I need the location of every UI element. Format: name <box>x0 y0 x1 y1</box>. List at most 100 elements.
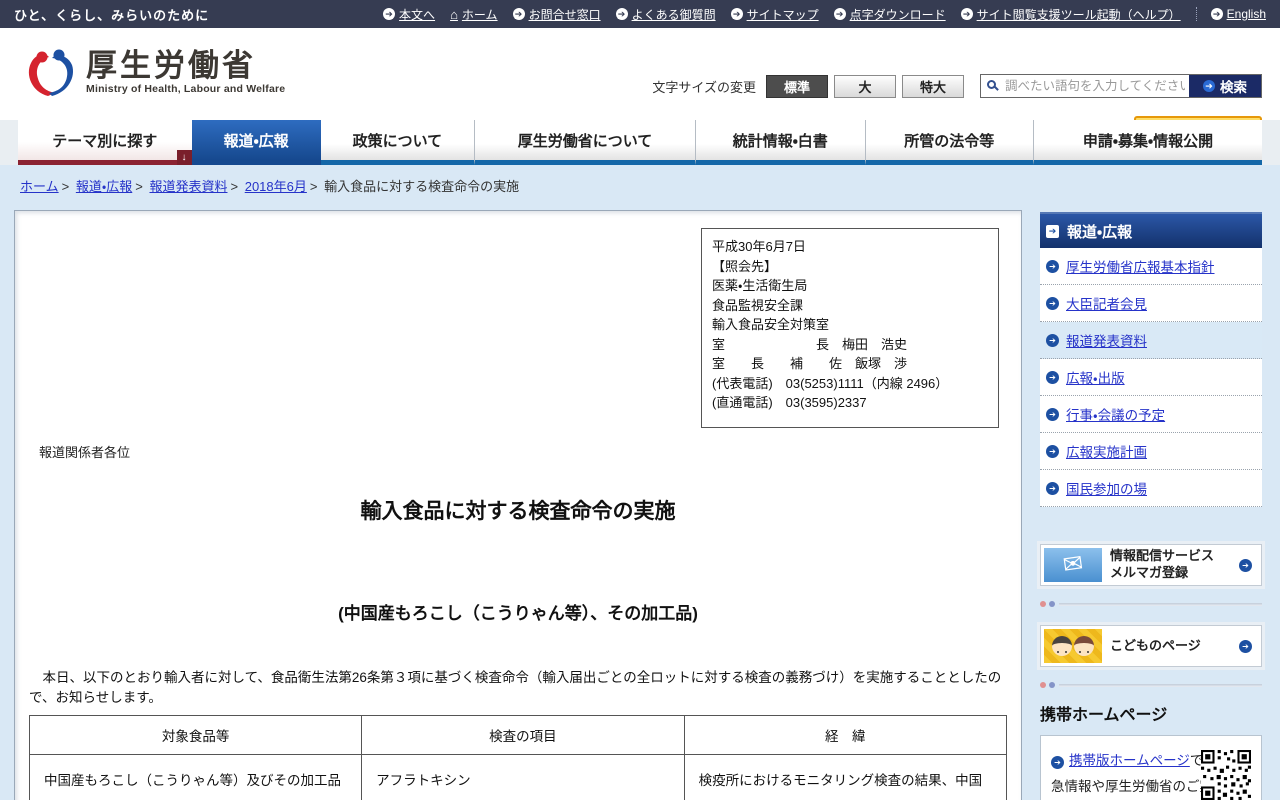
link-braille-download[interactable]: ➔ 点字ダウンロード <box>833 6 946 23</box>
fontsize-label: 文字サイズの変更 <box>652 79 756 95</box>
search-button[interactable]: ➔ 検索 <box>1189 75 1261 97</box>
link-contact[interactable]: ➔ お問合せ窓口 <box>512 6 601 23</box>
logo-subtitle: Ministry of Health, Labour and Welfare <box>86 83 286 96</box>
contact-line: 医薬・生活衛生局 <box>712 278 808 293</box>
red-dot-icon <box>1040 682 1046 688</box>
fontsize-large-button[interactable]: 大 <box>834 74 896 98</box>
arrow-icon: ➔ <box>512 8 525 20</box>
link-home[interactable]: ⌂ ホーム <box>450 6 498 23</box>
sidebar: ➔ 報道・広報 ➔ 厚生労働省広報基本指針 ➔ 大臣記者会見 ➔ 報道発表資料 ➔ 広報… <box>1040 212 1262 800</box>
tab-about-mhlw[interactable]: 厚生労働省について <box>474 120 695 165</box>
crumb-home[interactable]: ホーム <box>20 179 59 194</box>
logo-text: 厚生労働省 Ministry of Health, Labour and Wel… <box>86 47 286 96</box>
sidebar-divider <box>1040 600 1262 608</box>
col-inspection-item: 検査の項目 <box>361 715 685 756</box>
chevron-down-icon: ↓ <box>176 150 192 165</box>
fontsize-and-search-row: 文字サイズの変更 標準 大 特大 ➔検索 <box>652 74 1262 98</box>
fontsize-standard-button[interactable]: 標準 <box>766 74 828 98</box>
logo-title: 厚生労働省 <box>86 47 256 83</box>
qr-code <box>1201 750 1251 800</box>
link-sitemap[interactable]: ➔ サイトマップ <box>730 6 819 23</box>
blue-dot-icon <box>1049 601 1055 607</box>
site-tagline: ひと、くらし、みらいのために <box>14 7 210 23</box>
home-icon: ⌂ <box>450 6 458 22</box>
sidebar-item-participation[interactable]: ➔ 国民参加の場 <box>1040 470 1262 507</box>
arrow-icon: ➔ <box>1046 407 1059 421</box>
link-to-main-content[interactable]: ➔ 本文へ <box>383 6 435 23</box>
salutation: 報道関係者各位 <box>39 444 131 460</box>
fontsize-xlarge-button[interactable]: 特大 <box>902 74 964 98</box>
sidebar-divider <box>1040 681 1262 689</box>
arrow-icon: ➔ <box>1046 333 1059 347</box>
arrow-icon: ➔ <box>730 8 743 20</box>
arrow-icon: ➔ <box>1203 80 1215 92</box>
cell-inspection-item: アフラトキシン <box>361 754 685 800</box>
page-subtitle: (中国産もろこし（こうりゃん等）、その加工品) <box>338 603 698 623</box>
tab-policies[interactable]: 政策について <box>320 120 475 165</box>
contact-line: 平成30年6月7日 <box>712 239 806 254</box>
contact-line: (代表電話) 03(5253)1111（内線 2496） <box>712 375 949 391</box>
arrow-icon: ➔ <box>383 8 396 20</box>
search-input[interactable] <box>981 75 1189 97</box>
sidebar-item-pr-publishing[interactable]: ➔ 広報・出版 <box>1040 359 1262 396</box>
mhlw-logo-mark <box>28 49 74 96</box>
inspection-order-table: 対象食品等 検査の項目 経 緯 中国産もろこし（こうりゃん等）及びその加工品（も… <box>28 715 1008 800</box>
arrow-icon: ➔ <box>1046 259 1059 273</box>
link-accessibility-tool[interactable]: ➔ サイト閲覧支援ツール起動（ヘルプ） <box>960 6 1181 23</box>
mailmagazine-banner[interactable]: ✉ 情報配信サービス メルマガ登録 ➔ <box>1040 544 1262 586</box>
arrow-icon: ➔ <box>833 8 846 20</box>
sidebar-item-press-releases[interactable]: ➔ 報道発表資料 <box>1040 322 1262 359</box>
arrow-icon: ➔ <box>1046 296 1059 310</box>
mobile-homepage-heading: 携帯ホームページ <box>1040 707 1168 724</box>
press-contact-box: 平成30年6月7日 【照会先】 医薬・生活衛生局 食品監視安全課 輸入食品安全対… <box>701 228 999 428</box>
top-utility-bar: ひと、くらし、みらいのために ➔ 本文へ ⌂ ホーム ➔ お問合せ窓口 ➔ よくある御質… <box>0 0 1280 28</box>
table-row: 中国産もろこし（こうりゃん等）及びその加工品（もろこし（こうりゃん等）を30％以… <box>28 754 1008 800</box>
blue-dot-icon <box>1049 682 1055 688</box>
contact-line: 室 長 梅田 浩史 <box>712 336 908 352</box>
arrow-icon: ➔ <box>1210 8 1223 20</box>
sidebar-item-minister-press[interactable]: ➔ 大臣記者会見 <box>1040 285 1262 322</box>
mhlw-logo[interactable]: 厚生労働省 Ministry of Health, Labour and Wel… <box>22 44 285 100</box>
breadcrumb: ホーム > 報道・広報 > 報道発表資料 > 2018年6月 > 輸入食品に対する検査命… <box>20 179 520 194</box>
body-paragraph: 本日、以下のとおり輸入者に対して、食品衛生法第26条第３項に基づく検査命令（輸入… <box>29 669 1002 706</box>
crumb-2018-june[interactable]: 2018年6月 <box>245 179 307 194</box>
link-faq[interactable]: ➔ よくある御質問 <box>615 6 716 23</box>
mobile-homepage-link[interactable]: 携帯版ホームページ <box>1069 753 1190 768</box>
arrow-icon: ➔ <box>1239 558 1252 572</box>
tab-laws[interactable]: 所管の法令等 <box>864 120 1033 165</box>
envelope-icon: ✉ <box>1044 548 1102 582</box>
search-icon <box>987 80 996 89</box>
sidebar-header-press-pr: ➔ 報道・広報 <box>1040 212 1262 248</box>
banner-label: こどものページ <box>1110 637 1201 653</box>
site-header: 厚生労働省 Ministry of Health, Labour and Wel… <box>0 28 1280 144</box>
table-header-row: 対象食品等 検査の項目 経 緯 <box>28 715 1008 756</box>
arrow-icon: ➔ <box>1046 224 1059 238</box>
arrow-icon: ➔ <box>960 8 973 20</box>
tab-applications[interactable]: 申請・募集・情報公開 <box>1032 120 1262 165</box>
arrow-icon: ➔ <box>1046 481 1059 495</box>
arrow-icon: ➔ <box>1239 639 1252 653</box>
sidebar-item-events-schedule[interactable]: ➔ 行事・会議の予定 <box>1040 396 1262 433</box>
children-icon <box>1044 629 1102 663</box>
contact-line: 室 長 補 佐 飯塚 渉 <box>712 356 908 371</box>
col-target-foods: 対象食品等 <box>28 715 363 756</box>
tab-statistics-whitepapers[interactable]: 統計情報・白書 <box>695 120 865 165</box>
arrow-icon: ➔ <box>615 8 628 20</box>
crumb-press-pr[interactable]: 報道・広報 <box>76 179 132 194</box>
tab-press-pr[interactable]: 報道・広報 <box>191 120 321 165</box>
search-field-wrap <box>981 75 1189 97</box>
tab-search-by-theme[interactable]: テーマ別に探す ↓ <box>18 120 192 165</box>
arrow-icon: ➔ <box>1046 444 1059 458</box>
cell-background: 検疫所におけるモニタリング検査の結果、中国産もろこしからアフラトキシンを検出した… <box>683 754 1008 800</box>
sidebar-list: ➔ 厚生労働省広報基本指針 ➔ 大臣記者会見 ➔ 報道発表資料 ➔ 広報・出版 ➔ 行事・… <box>1040 248 1262 507</box>
global-nav: テーマ別に探す ↓ 報道・広報 政策について 厚生労働省について 統計情報・白書… <box>0 120 1280 165</box>
kids-page-banner[interactable]: こどものページ ➔ <box>1040 625 1262 667</box>
site-search: ➔検索 <box>980 74 1262 98</box>
sidebar-item-pr-plan[interactable]: ➔ 広報実施計画 <box>1040 433 1262 470</box>
sidebar-item-pr-policy[interactable]: ➔ 厚生労働省広報基本指針 <box>1040 248 1262 285</box>
nav-tabs: テーマ別に探す ↓ 報道・広報 政策について 厚生労働省について 統計情報・白書… <box>0 120 1280 165</box>
main-content: 平成30年6月7日 【照会先】 医薬・生活衛生局 食品監視安全課 輸入食品安全対… <box>14 210 1022 800</box>
arrow-icon: ➔ <box>1046 370 1059 384</box>
crumb-press-releases[interactable]: 報道発表資料 <box>149 179 227 194</box>
link-english[interactable]: ➔ English <box>1195 7 1266 21</box>
